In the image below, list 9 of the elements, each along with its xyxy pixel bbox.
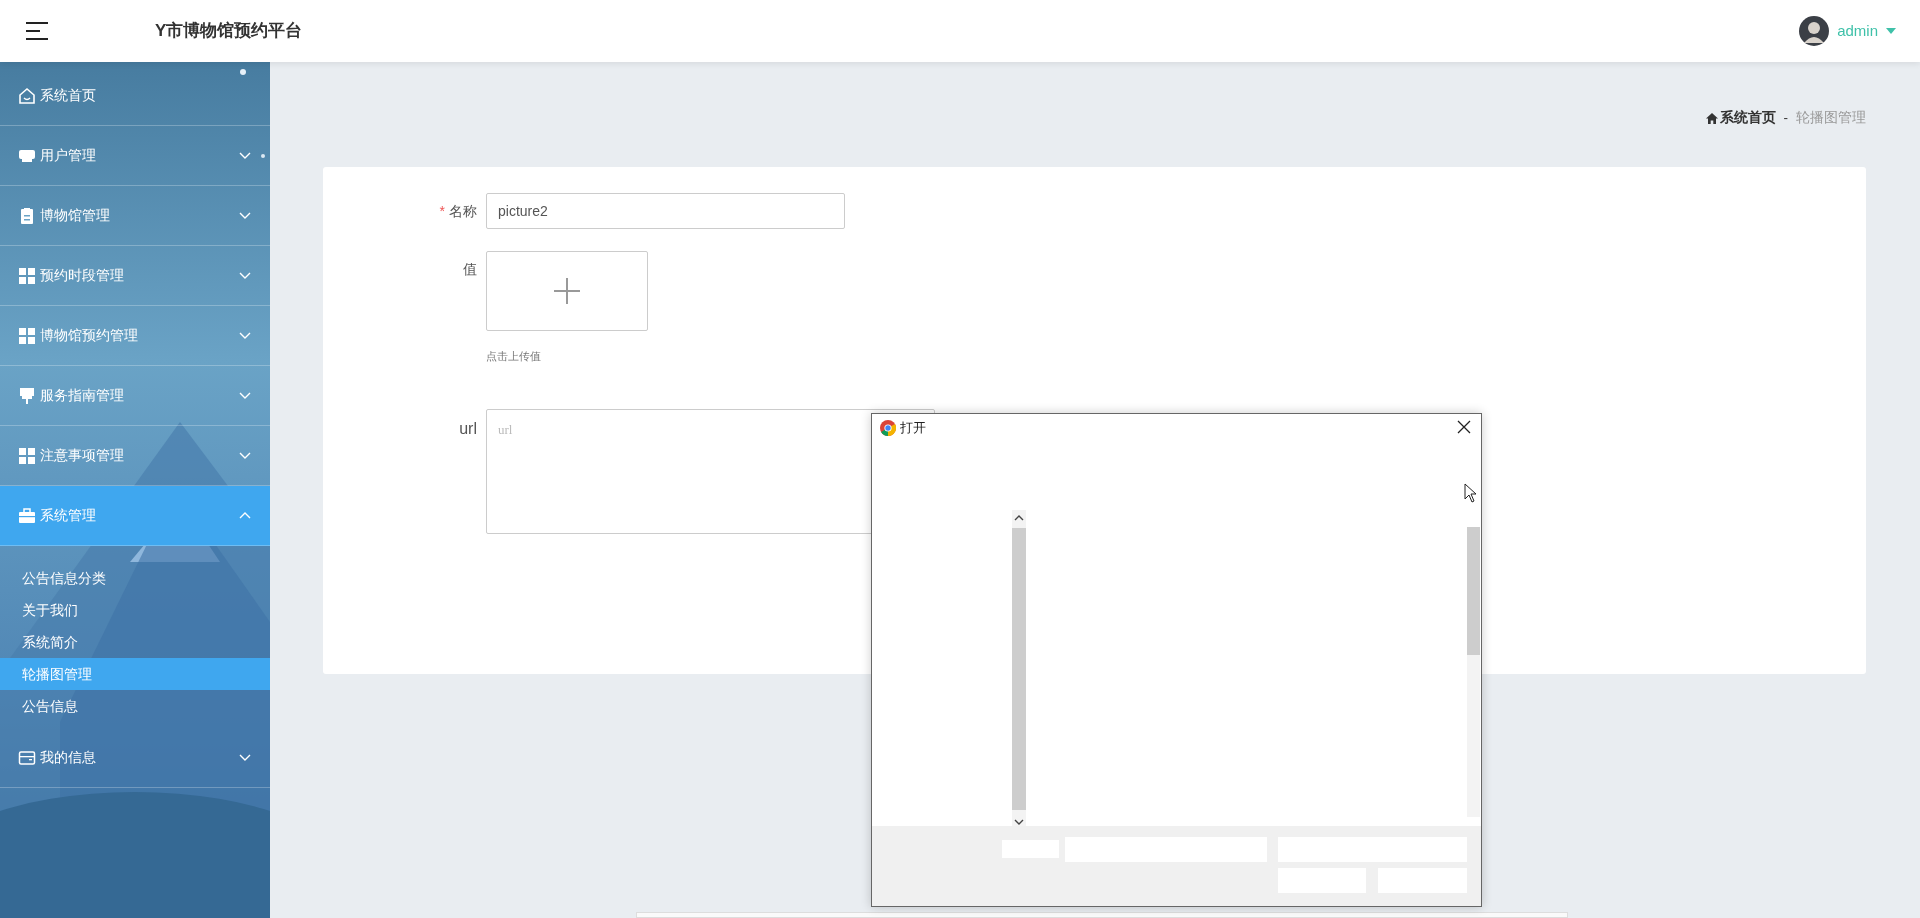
app-title: Y市博物馆预约平台 xyxy=(155,20,303,43)
upload-hint: 点击上传值 xyxy=(486,349,542,364)
dialog-title: 打开 xyxy=(900,419,926,438)
breadcrumb-current: 轮播图管理 xyxy=(1796,109,1866,128)
field-label: url xyxy=(459,419,477,437)
field-label: 名称 xyxy=(449,203,477,219)
required-mark: * xyxy=(439,203,445,219)
breadcrumb-separator: - xyxy=(1783,109,1788,128)
field-label: 值 xyxy=(463,261,477,277)
